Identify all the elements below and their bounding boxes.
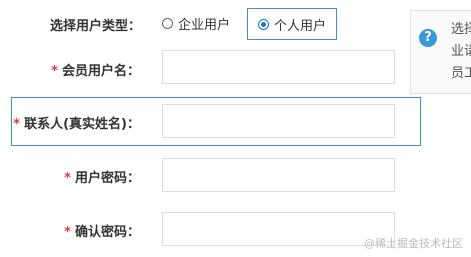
hint-tooltip: ? 选择 业请 员工: [410, 10, 471, 94]
tooltip-line: 选择: [451, 22, 471, 37]
user-type-label: 选择用户类型：: [50, 15, 141, 34]
required-mark: *: [51, 64, 58, 79]
confirm-password-label-text: 确认密码：: [74, 225, 140, 240]
required-mark: *: [64, 225, 71, 240]
radio-circle-selected[interactable]: [258, 18, 269, 30]
username-label-text: 会员用户名：: [61, 64, 140, 79]
radio-personal-label: 个人用户: [274, 18, 327, 34]
radio-enterprise-user[interactable]: 企业用户: [162, 8, 230, 38]
user-type-label-text: 选择用户类型：: [50, 19, 142, 34]
tooltip-line: 员工: [451, 66, 471, 81]
contact-label: * 联系人(真实姓名)：: [13, 113, 140, 132]
password-label: * 用户密码：: [64, 167, 140, 186]
tooltip-text: 选择 业请 员工: [451, 19, 471, 85]
contact-label-text: 联系人(真实姓名)：: [24, 117, 140, 132]
required-mark: *: [13, 117, 21, 132]
radio-circle[interactable]: [162, 17, 173, 29]
tooltip-line: 业请: [451, 44, 471, 59]
question-icon: ?: [419, 29, 437, 47]
radio-enterprise-label: 企业用户: [178, 17, 231, 33]
username-label: * 会员用户名：: [51, 60, 140, 79]
watermark-text: @稀土掘金技术社区: [364, 237, 463, 250]
registration-form: 选择用户类型： 企业用户 个人用户 ? 选择 业请 员工 * 会员用户名： * 联系…: [0, 0, 471, 257]
required-mark: *: [64, 171, 71, 186]
password-input[interactable]: [162, 158, 395, 192]
confirm-password-label: * 确认密码：: [64, 221, 140, 240]
contact-name-input[interactable]: [162, 104, 395, 138]
username-input[interactable]: [162, 50, 395, 84]
password-label-text: 用户密码：: [74, 171, 140, 186]
confirm-password-input[interactable]: [162, 212, 395, 246]
radio-personal-user[interactable]: 个人用户: [247, 8, 338, 40]
